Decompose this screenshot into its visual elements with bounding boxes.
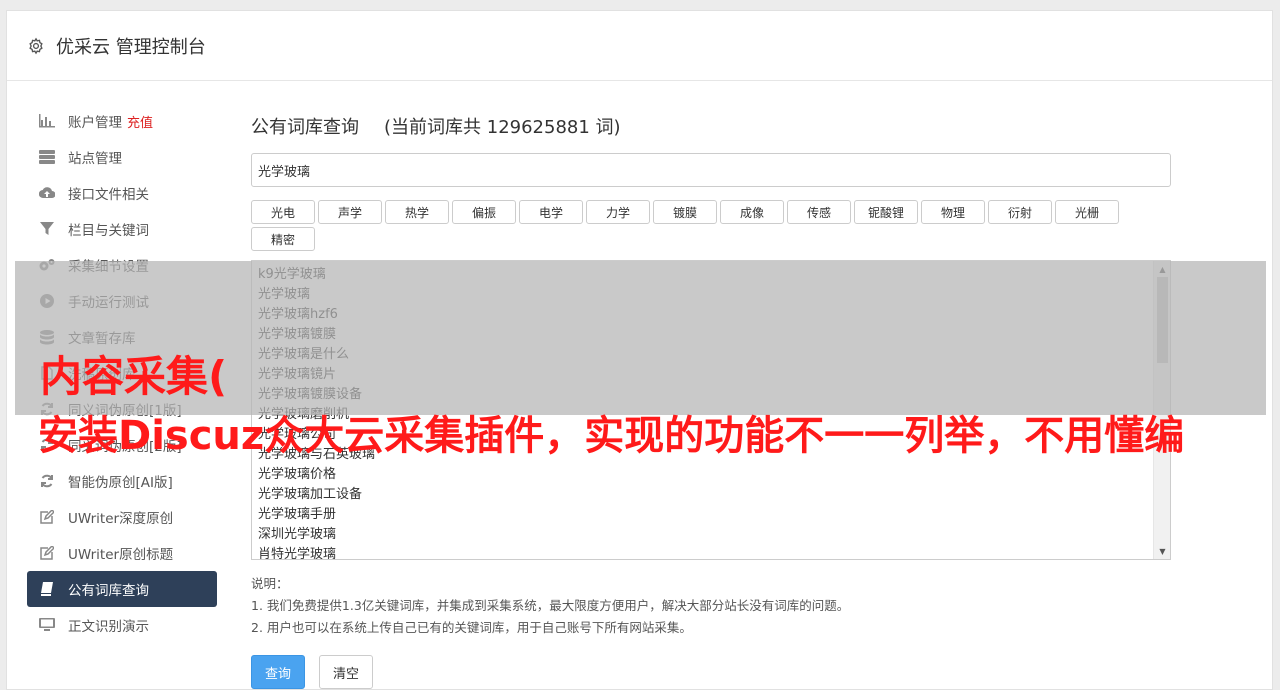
tag-button[interactable]: 力学 [586,200,650,224]
tag-button[interactable]: 热学 [385,200,449,224]
clear-button[interactable]: 清空 [319,655,373,689]
tag-button[interactable]: 成像 [720,200,784,224]
list-item[interactable]: 光学玻璃手册 [258,505,1170,525]
tag-button[interactable]: 偏振 [452,200,516,224]
sidebar-item[interactable]: 正文识别演示 [27,607,217,643]
list-item[interactable]: 深圳光学玻璃 [258,525,1170,545]
tag-button[interactable]: 传感 [787,200,851,224]
sidebar-item-label: 公有词库查询 [68,583,149,599]
tag-list: 光电 声学 热学 偏振 电学 力学 镀膜 成像 传感 铌酸锂 物理 衍射 光栅精密 [251,200,1151,254]
sidebar-item[interactable]: 站点管理 [27,139,217,175]
sidebar-item-label: 栏目与关键词 [68,223,149,239]
sidebar-item-label: 接口文件相关 [68,187,149,203]
sidebar-item[interactable]: 智能伪原创[AI版] [27,463,217,499]
sidebar-item-label: 站点管理 [68,151,122,167]
query-button[interactable]: 查询 [251,655,305,689]
tag-button[interactable]: 声学 [318,200,382,224]
edit-icon [38,509,56,525]
tag-button[interactable]: 精密 [251,227,315,251]
list-item[interactable]: 光学玻璃价格 [258,465,1170,485]
top-bar: 优采云 管理控制台 [7,11,1272,81]
tag-button[interactable]: 电学 [519,200,583,224]
overlay-text-line2: 安装Discuz众大云采集插件，实现的功能不一一列举，不用懂编 [38,413,1185,459]
list-item[interactable]: 肖特光学玻璃 [258,545,1170,559]
refresh-icon [38,473,56,489]
action-buttons: 查询 清空 [251,655,1171,689]
sidebar-item[interactable]: 栏目与关键词 [27,211,217,247]
scroll-down-icon[interactable]: ▼ [1154,544,1170,558]
dictionary-count: (当前词库共 129625881 词) [384,117,621,138]
sidebar-item[interactable]: 公有词库查询 [27,571,217,607]
tag-button[interactable]: 物理 [921,200,985,224]
server-icon [38,149,56,165]
gear-icon [27,36,47,56]
recharge-link[interactable]: 充值 [127,112,153,131]
overlay-text-line1: 内容采集( [40,352,228,401]
note-line: 2. 用户也可以在系统上传自己已有的关键词库，用于自己账号下所有网站采集。 [251,620,692,635]
tag-button[interactable]: 光栅 [1055,200,1119,224]
page-title: 公有词库查询 [251,117,359,138]
cloud-upload-icon [38,185,56,201]
notes: 说明： 1. 我们免费提供1.3亿关键词库，并集成到采集系统，最大限度方便用户，… [251,573,1171,639]
tag-button[interactable]: 镀膜 [653,200,717,224]
edit-icon [38,545,56,561]
tag-button[interactable]: 衍射 [988,200,1052,224]
list-item[interactable]: 光学玻璃加工设备 [258,485,1170,505]
sidebar-item[interactable]: UWriter深度原创 [27,499,217,535]
sidebar-item[interactable]: UWriter原创标题 [27,535,217,571]
sidebar-item-label: UWriter原创标题 [68,547,174,563]
app-title: 优采云 管理控制台 [56,36,206,58]
sidebar-item[interactable]: 接口文件相关 [27,175,217,211]
book-icon [38,581,56,597]
filter-icon [38,221,56,237]
search-input[interactable]: 光学玻璃 [251,153,1171,187]
page-heading: 公有词库查询 (当前词库共 129625881 词) [251,111,1171,141]
bar-chart-icon [38,113,56,129]
sidebar-item-label: 智能伪原创[AI版] [68,475,173,491]
sidebar-item[interactable]: 账户管理 充值 [27,103,217,139]
notes-title: 说明： [251,576,289,591]
tag-button[interactable]: 铌酸锂 [854,200,918,224]
monitor-icon [38,617,56,633]
note-line: 1. 我们免费提供1.3亿关键词库，并集成到采集系统，最大限度方便用户，解决大部… [251,598,850,613]
sidebar-item-label: 正文识别演示 [68,619,149,635]
tag-button[interactable]: 光电 [251,200,315,224]
sidebar-item-label: 账户管理 [68,115,122,131]
sidebar-item-label: UWriter深度原创 [68,511,174,527]
